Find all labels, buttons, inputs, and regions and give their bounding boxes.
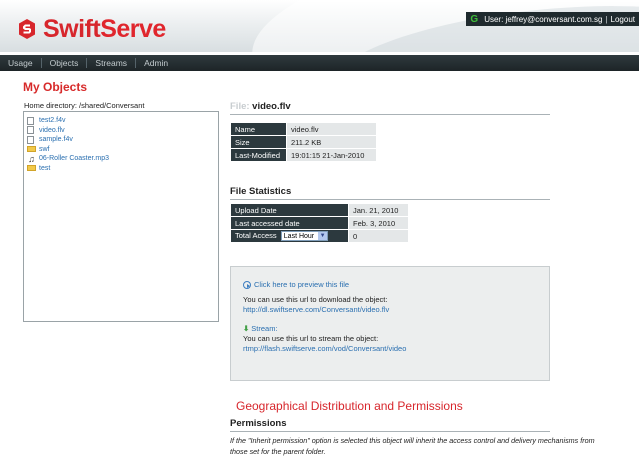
tree-item-test2[interactable]: test2.f4v — [27, 116, 215, 126]
stats-heading: File Statistics — [230, 186, 550, 200]
logo-text-serve: Serve — [100, 14, 166, 43]
permissions-heading: Permissions — [230, 418, 550, 432]
table-row: Total Access Last Hour ▼ 0 — [230, 229, 409, 243]
preview-link[interactable]: Click here to preview this file — [254, 280, 349, 289]
last-accessed-value: Feb. 3, 2010 — [348, 216, 409, 230]
download-url[interactable]: http://dl.swiftserve.com/Conversant/vide… — [243, 305, 537, 315]
period-select[interactable]: Last Hour ▼ — [280, 231, 329, 241]
play-icon[interactable] — [243, 281, 251, 290]
period-select-value: Last Hour — [283, 232, 315, 240]
row-value: video.flv — [286, 122, 377, 136]
logout-link[interactable]: Logout — [611, 15, 635, 24]
table-row: Size 211.2 KB — [230, 135, 377, 149]
chevron-down-icon[interactable]: ▼ — [318, 232, 328, 240]
upload-date-value: Jan. 21, 2010 — [348, 203, 409, 217]
tree-item-video[interactable]: video.flv — [27, 126, 215, 136]
tree-item-label: swf — [39, 145, 50, 153]
swiftserve-logo[interactable]: SwiftServe — [17, 14, 166, 43]
tree-item-label: test — [39, 164, 51, 172]
tree-item-roller-coaster[interactable]: ♫ 06-Roller Coaster.mp3 — [27, 154, 215, 164]
tree-item-test[interactable]: test — [27, 164, 215, 174]
page-title: My Objects — [23, 80, 88, 94]
total-access-cell: Total Access Last Hour ▼ — [230, 229, 349, 243]
last-accessed-label: Last accessed date — [230, 216, 349, 230]
total-access-value: 0 — [348, 229, 409, 243]
table-row: Last-Modified 19:01:15 21-Jan-2010 — [230, 148, 377, 162]
preview-box: Click here to preview this file You can … — [230, 266, 550, 381]
tree-item-swf[interactable]: swf — [27, 145, 215, 155]
logo-icon — [19, 19, 35, 39]
table-row: Upload Date Jan. 21, 2010 — [230, 203, 409, 217]
row-value: 19:01:15 21-Jan-2010 — [286, 148, 377, 162]
permissions-text: If the "Inherit permission" option is se… — [230, 436, 595, 456]
file-heading: File: video.flv — [230, 101, 550, 115]
nav-objects[interactable]: Objects — [42, 58, 88, 68]
music-icon: ♫ — [28, 153, 35, 164]
file-info-table: Name video.flv Size 211.2 KB Last-Modifi… — [230, 122, 377, 162]
download-text: You can use this url to download the obj… — [243, 295, 388, 304]
nav-admin[interactable]: Admin — [136, 58, 176, 68]
tree-item-sample[interactable]: sample.f4v — [27, 135, 215, 145]
home-directory: Home directory: /shared/Conversant — [24, 101, 145, 110]
file-heading-name: video.flv — [252, 101, 291, 112]
total-access-label: Total Access — [235, 230, 277, 240]
stream-label[interactable]: Stream: — [251, 324, 277, 333]
header: SwiftServe G User: jeffrey@conversant.co… — [0, 0, 639, 52]
row-key: Size — [230, 135, 287, 149]
object-tree: test2.f4v video.flv sample.f4v swf ♫ 06-… — [23, 111, 219, 322]
file-icon — [27, 116, 34, 125]
table-row: Last accessed date Feb. 3, 2010 — [230, 216, 409, 230]
user-status-icon: G — [470, 13, 479, 25]
file-icon — [27, 135, 34, 144]
tree-item-label: video.flv — [39, 126, 65, 134]
file-heading-label: File: — [230, 101, 250, 112]
row-key: Name — [230, 122, 287, 136]
folder-icon — [27, 165, 36, 172]
nav-streams[interactable]: Streams — [87, 58, 137, 68]
file-icon — [27, 126, 34, 135]
tree-item-label: 06-Roller Coaster.mp3 — [39, 155, 110, 163]
separator: | — [605, 14, 608, 24]
geo-heading: Geographical Distribution and Permission… — [236, 399, 463, 413]
user-email: User: jeffrey@conversant.com.sg — [484, 14, 603, 24]
row-value: 211.2 KB — [286, 135, 377, 149]
tree-item-label: test2.f4v — [39, 117, 66, 125]
user-bar: G User: jeffrey@conversant.com.sg | Logo… — [466, 12, 639, 26]
stream-url[interactable]: rtmp://flash.swiftserve.com/vod/Conversa… — [243, 344, 537, 354]
main-nav: Usage Objects Streams Admin — [0, 55, 639, 71]
logo-text-swift: Swift — [43, 14, 101, 43]
table-row: Name video.flv — [230, 122, 377, 136]
row-key: Last-Modified — [230, 148, 287, 162]
download-arrow-icon: ⬇ — [243, 324, 250, 333]
folder-icon — [27, 146, 36, 153]
upload-date-label: Upload Date — [230, 203, 349, 217]
stream-text: You can use this url to stream the objec… — [243, 334, 379, 343]
stats-table: Upload Date Jan. 21, 2010 Last accessed … — [230, 203, 409, 243]
nav-usage[interactable]: Usage — [0, 58, 42, 68]
tree-item-label: sample.f4v — [39, 136, 73, 144]
